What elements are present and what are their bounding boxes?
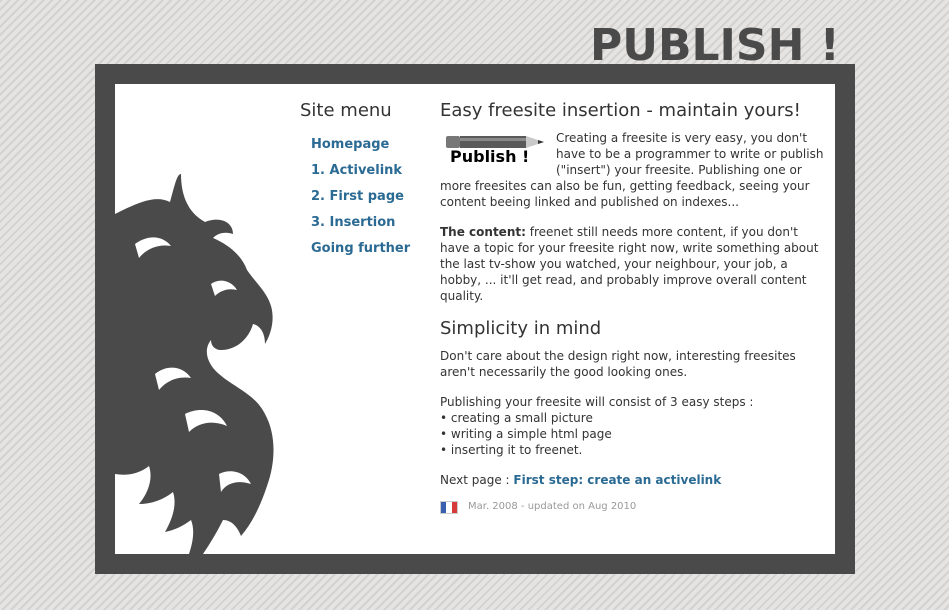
next-page-link[interactable]: First step: create an activelink	[513, 473, 721, 487]
steps-block: Publishing your freesite will consist of…	[440, 394, 825, 458]
step-item: • creating a small picture	[440, 411, 593, 425]
menu-item-insertion[interactable]: 3. Insertion	[311, 214, 430, 232]
site-title: PUBLISH !	[590, 20, 840, 71]
site-menu: Site menu Homepage 1. Activelink 2. Firs…	[300, 100, 430, 266]
menu-item-activelink[interactable]: 1. Activelink	[311, 162, 430, 180]
footer: Mar. 2008 - updated on Aug 2010	[440, 500, 825, 514]
menu-heading: Site menu	[300, 100, 392, 121]
content-panel: Site menu Homepage 1. Activelink 2. Firs…	[115, 84, 835, 554]
step-item: • writing a simple html page	[440, 427, 612, 441]
menu-item-first-page[interactable]: 2. First page	[311, 188, 430, 206]
main-content: Easy freesite insertion - maintain yours…	[440, 100, 825, 514]
steps-intro: Publishing your freesite will consist of…	[440, 395, 754, 409]
logo-text: Publish !	[450, 147, 530, 166]
dragon-icon	[115, 174, 274, 554]
content-label: The content:	[440, 225, 526, 239]
intro-paragraph: Publish ! Creating a freesite is very ea…	[440, 130, 825, 210]
content-frame: Site menu Homepage 1. Activelink 2. Firs…	[95, 64, 855, 574]
next-page-label: Next page :	[440, 473, 514, 487]
publish-logo: Publish !	[440, 132, 546, 170]
step-item: • inserting it to freenet.	[440, 443, 583, 457]
section-heading: Simplicity in mind	[440, 318, 602, 339]
footer-date: Mar. 2008 - updated on Aug 2010	[468, 501, 637, 512]
page-heading: Easy freesite insertion - maintain yours…	[440, 100, 801, 121]
next-page: Next page : First step: create an active…	[440, 472, 825, 488]
simplicity-paragraph: Don't care about the design right now, i…	[440, 349, 796, 379]
french-flag-icon[interactable]	[440, 500, 458, 514]
content-paragraph: The content: freenet still needs more co…	[440, 224, 825, 304]
menu-item-going-further[interactable]: Going further	[311, 240, 430, 258]
menu-item-homepage[interactable]: Homepage	[311, 136, 430, 154]
